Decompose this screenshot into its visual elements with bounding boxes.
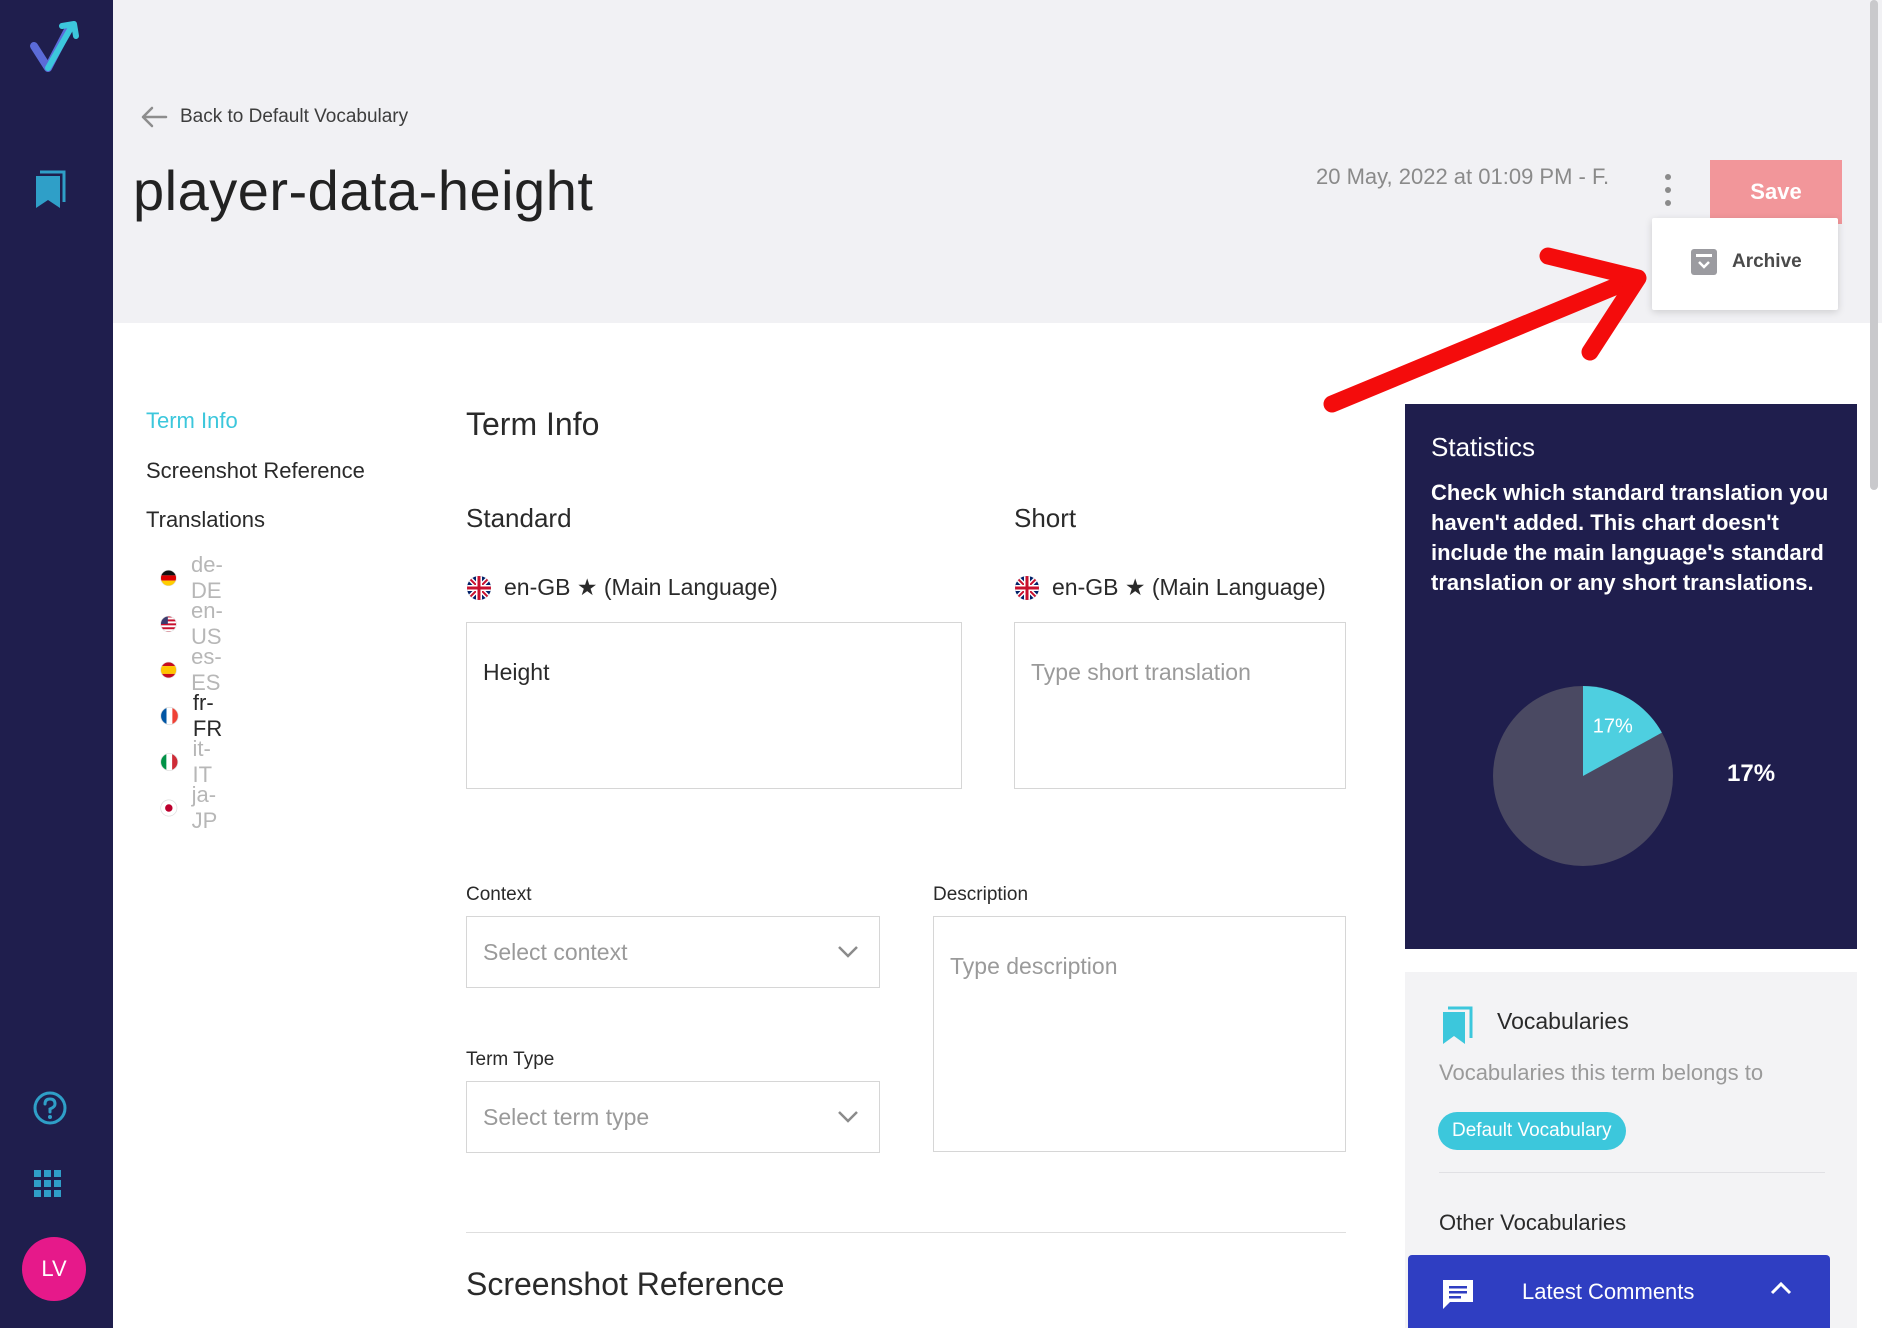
flag-it-icon — [160, 753, 179, 771]
pie-slice-label: 17% — [1593, 716, 1633, 738]
options-dropdown-menu: Archive — [1652, 218, 1838, 310]
help-icon[interactable] — [32, 1090, 68, 1126]
vocabulary-chip[interactable]: Default Vocabulary — [1438, 1112, 1626, 1150]
standard-heading: Standard — [466, 503, 572, 533]
screenshot-reference-text-cutoff — [466, 1316, 1236, 1328]
vocabularies-title: Vocabularies — [1497, 1008, 1629, 1034]
flag-gb-icon — [1015, 575, 1039, 600]
chevron-down-icon — [838, 946, 858, 958]
lang-item-es-es[interactable]: es-ES — [160, 644, 231, 696]
context-label: Context — [466, 884, 532, 905]
short-language-label: en-GB ★ (Main Language) — [1052, 574, 1326, 600]
nav-screenshot-reference[interactable]: Screenshot Reference — [146, 458, 365, 484]
archive-menu-item[interactable]: Archive — [1690, 248, 1802, 276]
lang-item-fr-fr[interactable]: fr-FR — [160, 690, 229, 742]
statistics-side-label: 17% — [1727, 760, 1776, 787]
nav-term-info[interactable]: Term Info — [146, 408, 238, 434]
page-scrollbar[interactable] — [1870, 0, 1878, 490]
lang-label: en-US — [191, 598, 223, 649]
term-type-select-value: Select term type — [483, 1103, 650, 1130]
chevron-down-icon — [838, 1111, 858, 1123]
statistics-card: Statistics Check which standard translat… — [1405, 404, 1857, 949]
lang-label: ja-JP — [191, 782, 218, 833]
lang-item-it-it[interactable]: it-IT — [160, 736, 220, 788]
description-label: Description — [933, 884, 1029, 905]
flag-fr-icon — [160, 706, 179, 726]
latest-comments-bar[interactable]: Latest Comments — [1408, 1255, 1830, 1328]
bookmark-icon — [1443, 1006, 1473, 1044]
other-vocabularies-title: Other Vocabularies — [1439, 1210, 1627, 1235]
back-link[interactable]: Back to Default Vocabulary — [140, 106, 408, 128]
section-divider — [466, 1232, 1346, 1233]
short-language: en-GB ★ (Main Language) — [1014, 574, 1326, 601]
standard-language: en-GB ★ (Main Language) — [466, 574, 778, 601]
divider — [1439, 1172, 1825, 1173]
last-saved-timestamp: 20 May, 2022 at 01:09 PM - F. — [1316, 164, 1610, 189]
nav-rail: LV — [0, 0, 113, 1328]
lang-item-ja-jp[interactable]: ja-JP — [160, 782, 226, 834]
flag-es-icon — [160, 661, 177, 679]
apps-grid-icon[interactable] — [32, 1168, 64, 1200]
back-link-label: Back to Default Vocabulary — [180, 106, 409, 127]
standard-translation-input[interactable]: Height — [466, 622, 962, 789]
lang-label: es-ES — [191, 644, 222, 695]
chevron-up-icon[interactable] — [1770, 1281, 1792, 1295]
screenshot-reference-heading: Screenshot Reference — [466, 1266, 785, 1302]
flag-us-icon — [160, 615, 177, 633]
lang-label: it-IT — [192, 736, 213, 787]
short-translation-input[interactable]: Type short translation — [1014, 622, 1346, 789]
archive-icon — [1691, 249, 1717, 275]
page-title: player-data-height — [133, 159, 594, 222]
flag-gb-icon — [467, 575, 491, 600]
description-input[interactable]: Type description — [933, 916, 1346, 1152]
lang-item-en-us[interactable]: en-US — [160, 598, 232, 650]
flag-jp-icon — [160, 799, 178, 817]
term-type-select[interactable]: Select term type — [466, 1081, 880, 1153]
statistics-pie-chart: 17% — [1493, 686, 1673, 866]
lang-label: fr-FR — [192, 690, 223, 741]
context-select[interactable]: Select context — [466, 916, 880, 988]
lang-label: de-DE — [191, 552, 223, 603]
vocabularies-subtitle: Vocabularies this term belongs to — [1439, 1060, 1764, 1085]
latest-comments-label: Latest Comments — [1522, 1279, 1695, 1304]
lang-item-de-de[interactable]: de-DE — [160, 552, 232, 604]
archive-label: Archive — [1732, 251, 1802, 272]
flag-de-icon — [160, 569, 177, 587]
term-info-heading: Term Info — [466, 406, 600, 442]
comment-icon — [1443, 1280, 1473, 1309]
save-button[interactable]: Save — [1710, 160, 1842, 224]
nav-translations[interactable]: Translations — [146, 507, 265, 533]
annotation-arrow — [1323, 247, 1647, 413]
avatar[interactable]: LV — [22, 1237, 86, 1301]
short-heading: Short — [1014, 503, 1077, 533]
context-select-value: Select context — [483, 938, 628, 965]
arrow-left-icon — [141, 106, 168, 128]
bookmark-icon[interactable] — [32, 170, 68, 210]
term-type-label: Term Type — [466, 1049, 555, 1070]
standard-language-label: en-GB ★ (Main Language) — [504, 574, 778, 600]
more-options-icon[interactable] — [1658, 172, 1678, 208]
app-logo-icon[interactable] — [26, 18, 86, 78]
